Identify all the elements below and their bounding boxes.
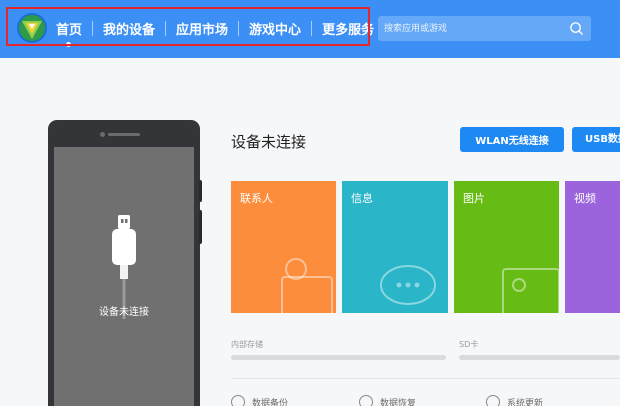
system-update-action[interactable]: 系统更新 — [486, 395, 543, 406]
phone-camera — [100, 132, 105, 137]
sd-card-label: SD卡 — [459, 340, 479, 349]
phone-side-button — [199, 210, 202, 244]
phone-screen: 设备未连接 — [54, 147, 194, 406]
backup-action[interactable]: 数据备份 — [231, 395, 288, 406]
search-box[interactable] — [378, 16, 591, 41]
section-divider — [231, 378, 620, 379]
update-label: 系统更新 — [507, 398, 544, 406]
usb-connect-button[interactable]: USB数据线连接 — [572, 127, 620, 152]
backup-label: 数据备份 — [252, 398, 289, 406]
picture-frame-icon — [502, 268, 559, 313]
internal-storage-label: 内部存储 — [231, 340, 263, 349]
update-icon — [486, 395, 500, 406]
wlan-connect-button[interactable]: WLAN无线连接 — [460, 127, 564, 152]
tile-messages[interactable]: 信息 — [342, 181, 448, 313]
tile-photos[interactable]: 图片 — [454, 181, 559, 313]
sd-card-bar — [459, 355, 620, 360]
tile-label: 图片 — [463, 192, 485, 205]
backup-icon — [231, 395, 245, 406]
restore-action[interactable]: 数据恢复 — [359, 395, 416, 406]
phone-status-text: 设备未连接 — [99, 307, 149, 318]
phone-side-button — [199, 180, 202, 202]
annotation-highlight-box — [6, 7, 370, 46]
tile-label: 联系人 — [240, 192, 273, 205]
phone-illustration: 设备未连接 — [48, 120, 200, 406]
restore-icon — [359, 395, 373, 406]
tile-contacts[interactable]: 联系人 — [231, 181, 336, 313]
restore-label: 数据恢复 — [380, 398, 417, 406]
internal-storage-bar — [231, 355, 446, 360]
tile-label: 信息 — [351, 192, 373, 205]
tile-label: 视频 — [574, 192, 596, 205]
device-status-title: 设备未连接 — [231, 133, 307, 151]
phone-speaker — [108, 133, 140, 136]
tile-video[interactable]: 视频 — [565, 181, 620, 313]
chat-bubble-icon — [380, 265, 436, 305]
search-icon[interactable] — [569, 21, 584, 36]
contact-card-icon — [281, 258, 333, 313]
search-input[interactable] — [384, 20, 554, 37]
